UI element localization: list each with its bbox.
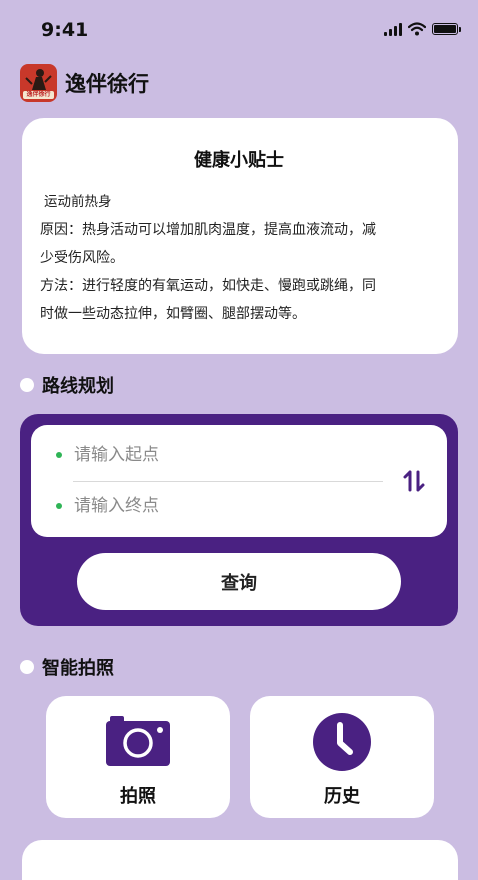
tips-line: 原因：热身活动可以增加肌肉温度，提高血液流动，减 xyxy=(40,222,376,238)
wifi-icon xyxy=(408,22,426,36)
route-section-title: 路线规划 xyxy=(42,376,114,397)
route-divider xyxy=(73,481,383,482)
app-header: 逸伴徐行 逸伴徐行 xyxy=(20,64,149,102)
route-panel: 查询 xyxy=(20,414,458,626)
status-bar: 9:41 xyxy=(0,0,478,58)
status-time: 9:41 xyxy=(41,19,89,41)
route-section-header: 路线规划 xyxy=(20,372,114,398)
end-dot xyxy=(56,503,62,509)
route-inputs xyxy=(31,425,447,537)
photo-section-header: 智能拍照 xyxy=(20,654,114,680)
query-button[interactable]: 查询 xyxy=(77,553,401,610)
battery-icon xyxy=(432,23,461,35)
clock-icon xyxy=(313,713,371,771)
app-logo: 逸伴徐行 xyxy=(20,64,57,102)
health-tips-card: 健康小贴士 运动前热身 原因：热身活动可以增加肌肉温度，提高血液流动，减 少受伤… xyxy=(22,118,458,354)
start-input[interactable] xyxy=(74,445,354,465)
section-dot xyxy=(20,378,34,392)
history-label: 历史 xyxy=(324,786,360,807)
tips-line: 时做一些动态拉伸，如臂圈、腿部摆动等。 xyxy=(40,306,306,322)
app-title: 逸伴徐行 xyxy=(65,72,149,96)
tips-line: 方法：进行轻度的有氧运动，如快走、慢跑或跳绳，同 xyxy=(40,278,376,294)
status-icons xyxy=(384,22,461,36)
start-row xyxy=(56,445,354,465)
tips-title: 健康小贴士 xyxy=(194,150,284,171)
start-dot xyxy=(56,452,62,458)
signal-icon xyxy=(384,22,402,36)
end-row xyxy=(56,496,354,516)
tips-line: 少受伤风险。 xyxy=(40,250,124,266)
camera-icon xyxy=(106,716,170,766)
swap-icon[interactable] xyxy=(401,468,427,494)
photo-section-title: 智能拍照 xyxy=(42,658,114,679)
tips-subtitle: 运动前热身 xyxy=(44,194,112,210)
history-button[interactable]: 历史 xyxy=(250,696,434,818)
app-logo-label: 逸伴徐行 xyxy=(23,91,54,99)
camera-label: 拍照 xyxy=(120,786,156,807)
section-dot xyxy=(20,660,34,674)
end-input[interactable] xyxy=(74,496,354,516)
bottom-card xyxy=(22,840,458,880)
camera-button[interactable]: 拍照 xyxy=(46,696,230,818)
